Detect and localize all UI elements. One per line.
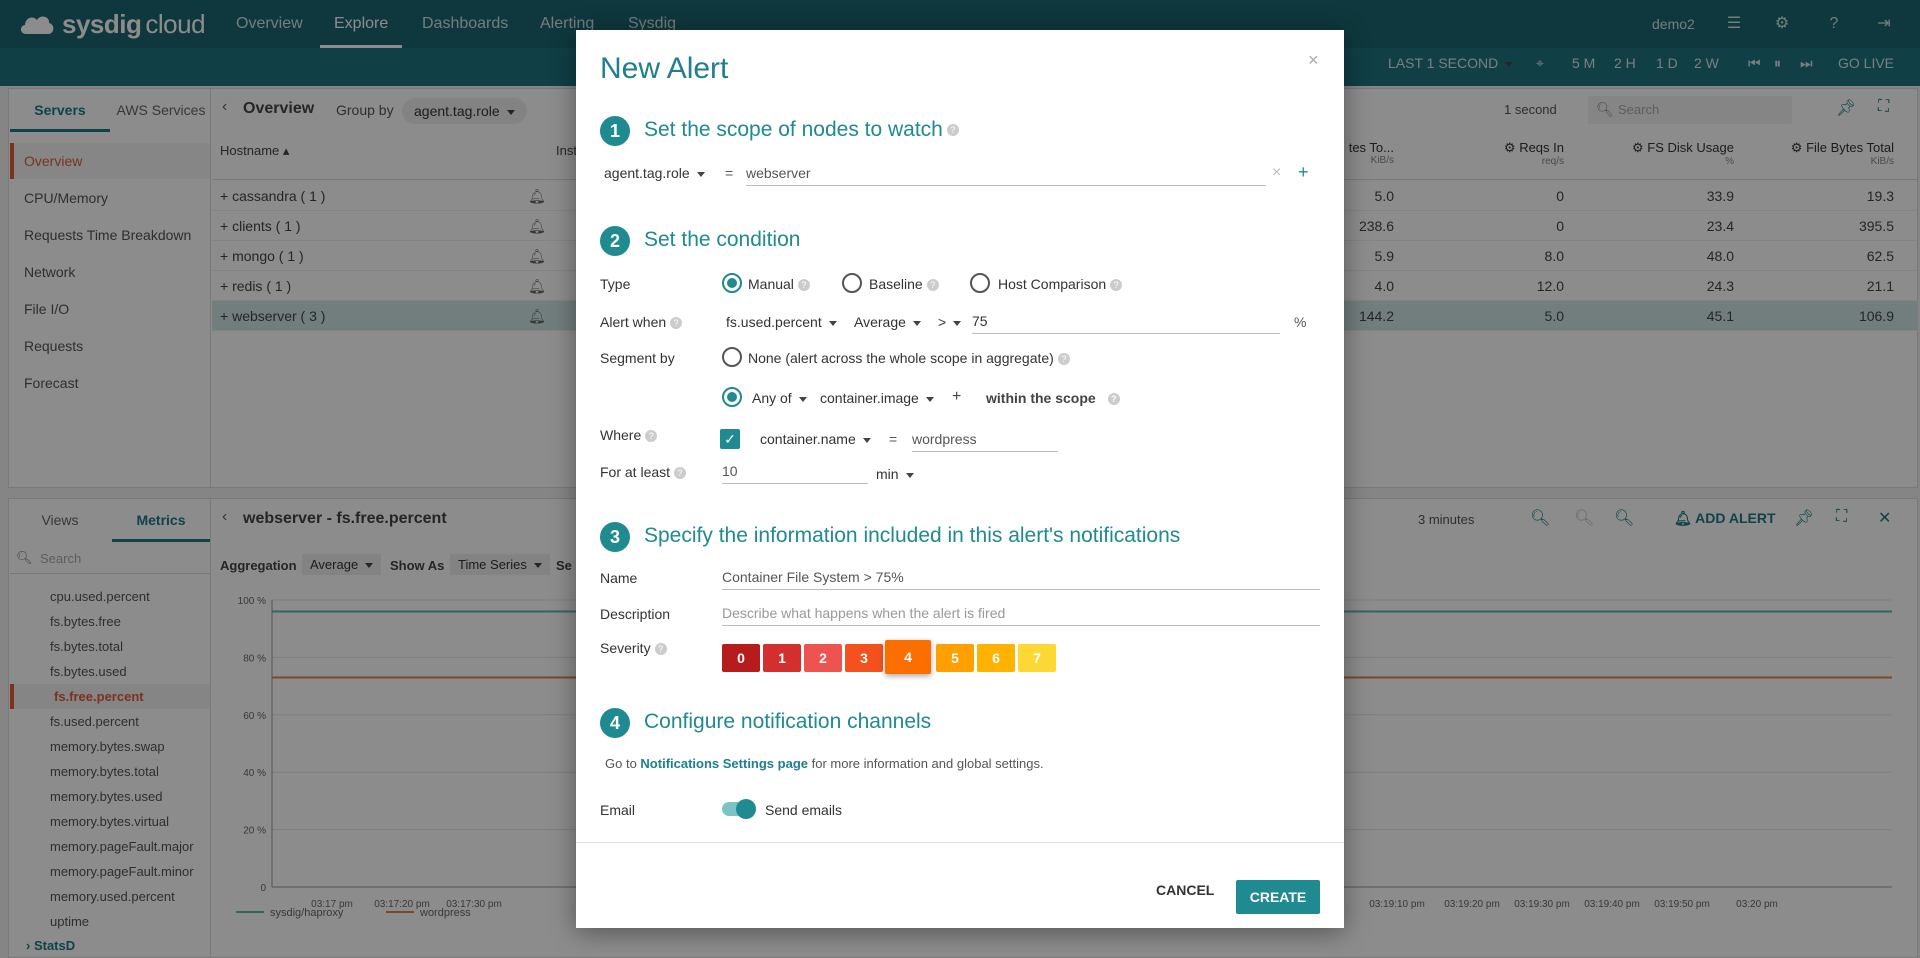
step-3-title: Specify the information included in this… <box>644 524 1181 547</box>
where-value-input[interactable]: wordpress <box>912 426 1058 452</box>
severity-6-button[interactable]: 6 <box>977 644 1015 672</box>
help-icon[interactable]: ? <box>645 430 658 443</box>
step-4-number: 4 <box>600 708 630 738</box>
severity-2-button[interactable]: 2 <box>804 644 842 672</box>
alert-when-label: Alert when? <box>600 314 683 330</box>
alert-name-input[interactable]: Container File System > 75% <box>722 564 1320 590</box>
severity-1-button[interactable]: 1 <box>763 644 801 672</box>
help-icon[interactable]: ? <box>670 317 683 330</box>
add-segment-icon[interactable]: + <box>952 388 961 406</box>
step-4-title: Configure notification channels <box>644 710 932 733</box>
help-icon[interactable]: ? <box>1107 393 1120 406</box>
segment-by-label: Segment by <box>600 350 675 366</box>
help-icon[interactable]: ? <box>926 279 939 292</box>
cancel-button[interactable]: CANCEL <box>1156 882 1214 898</box>
scope-value-input[interactable]: webserver <box>746 160 1266 186</box>
type-baseline-radio[interactable] <box>842 273 862 293</box>
email-label: Email <box>600 802 636 818</box>
operator-select[interactable]: > <box>938 314 961 330</box>
dialog-title: New Alert <box>600 52 729 85</box>
notifications-settings-hint: Go to Notifications Settings page for mo… <box>605 756 1044 771</box>
metric-dropdown[interactable]: fs.used.percent <box>726 314 837 330</box>
dialog-footer-divider <box>576 842 1344 843</box>
segment-any-radio[interactable] <box>722 387 742 407</box>
segment-none-label: None (alert across the whole scope in ag… <box>748 350 1070 366</box>
step-1-title: Set the scope of nodes to watch? <box>644 118 959 142</box>
create-button[interactable]: CREATE <box>1236 880 1320 914</box>
close-icon[interactable]: × <box>1308 50 1319 71</box>
notifications-settings-link[interactable]: Notifications Settings page <box>640 756 808 771</box>
description-input[interactable]: Describe what happens when the alert is … <box>722 600 1320 626</box>
severity-3-button[interactable]: 3 <box>845 644 883 672</box>
type-label: Type <box>600 276 631 292</box>
help-icon[interactable]: ? <box>1057 353 1070 366</box>
add-scope-icon[interactable]: + <box>1298 162 1309 183</box>
type-manual-label: Manual? <box>748 276 810 292</box>
aggregation-select[interactable]: Average <box>854 314 921 330</box>
duration-input[interactable]: 10 <box>722 458 868 484</box>
segment-any-dropdown[interactable]: Any of <box>752 390 807 406</box>
threshold-unit: % <box>1294 314 1307 330</box>
help-icon[interactable]: ? <box>797 279 810 292</box>
segment-none-radio[interactable] <box>722 347 742 367</box>
severity-7-button[interactable]: 7 <box>1018 644 1056 672</box>
step-3-number: 3 <box>600 522 630 552</box>
where-key-dropdown[interactable]: container.name <box>760 431 871 447</box>
help-icon[interactable]: ? <box>1110 279 1123 292</box>
where-checkbox[interactable]: ✓ <box>720 429 740 449</box>
scope-key-dropdown[interactable]: agent.tag.role <box>604 165 705 181</box>
clear-scope-icon[interactable]: × <box>1272 164 1281 182</box>
scroll-fade <box>576 824 1344 842</box>
dialog-body: New Alert × 1 Set the scope of nodes to … <box>576 30 1344 842</box>
for-at-least-label: For at least? <box>600 464 687 480</box>
type-baseline-label: Baseline? <box>869 276 939 292</box>
threshold-input[interactable]: 75 <box>972 308 1280 334</box>
email-toggle[interactable] <box>722 799 756 819</box>
severity-5-button[interactable]: 5 <box>936 644 974 672</box>
help-icon[interactable]: ? <box>946 124 959 137</box>
type-host-comparison-radio[interactable] <box>970 273 990 293</box>
scope-equals: = <box>725 165 734 181</box>
severity-selector: 01234567 <box>722 640 1082 680</box>
severity-4-button[interactable]: 4 <box>885 640 931 674</box>
type-manual-radio[interactable] <box>722 273 742 293</box>
where-label: Where? <box>600 427 658 443</box>
description-label: Description <box>600 606 671 622</box>
segment-key-dropdown[interactable]: container.image <box>820 390 934 406</box>
duration-unit-dropdown[interactable]: min <box>876 466 914 482</box>
step-2-title: Set the condition <box>644 228 801 251</box>
help-icon[interactable]: ? <box>674 467 687 480</box>
step-2-number: 2 <box>600 226 630 256</box>
within-scope-label: within the scope? <box>986 390 1120 406</box>
severity-0-button[interactable]: 0 <box>722 644 760 672</box>
new-alert-dialog: New Alert × 1 Set the scope of nodes to … <box>576 30 1344 928</box>
severity-label: Severity? <box>600 640 667 656</box>
where-equals: = <box>889 431 898 447</box>
help-icon[interactable]: ? <box>654 643 667 656</box>
alert-name-label: Name <box>600 570 638 586</box>
email-toggle-label: Send emails <box>765 802 843 818</box>
step-1-number: 1 <box>600 116 630 146</box>
type-host-comparison-label: Host Comparison? <box>998 276 1123 292</box>
